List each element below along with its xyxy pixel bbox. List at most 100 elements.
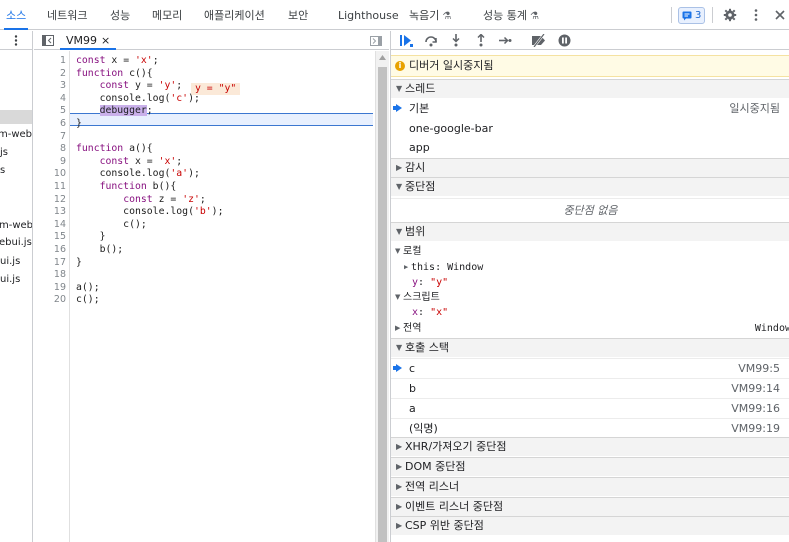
code-line[interactable]: a(); [76,282,100,295]
frame-location[interactable]: VM99:5 [738,359,780,378]
code-line[interactable]: } [76,118,82,131]
file-tab-vm99[interactable]: VM99 × [60,31,117,50]
line-number[interactable]: 13 [54,206,66,219]
section-callstack-header[interactable]: ▼ 호출 스택 [391,338,789,357]
close-devtools-icon[interactable] [773,8,787,22]
line-number[interactable]: 20 [54,294,66,307]
code-line[interactable]: } [76,257,82,270]
pause-on-exceptions-icon[interactable] [558,34,571,47]
thread-row-main[interactable]: 기본 일시중지됨 [391,99,789,118]
toggle-navigator-icon[interactable] [42,35,54,46]
line-number[interactable]: 6 [60,118,66,131]
code-line[interactable]: console.log('a'); [76,168,200,181]
frame-location[interactable]: VM99:16 [731,399,780,418]
tab-memory[interactable]: 메모리 [152,0,182,30]
more-options-icon[interactable] [749,8,763,22]
line-number[interactable]: 12 [54,194,66,207]
tab-lighthouse[interactable]: Lighthouse [338,0,399,30]
code-line[interactable]: b(); [76,244,124,257]
code-line[interactable]: c(); [76,219,147,232]
scrollbar-thumb[interactable] [378,67,387,542]
line-number[interactable]: 11 [54,181,66,194]
tab-network[interactable]: 네트워크 [47,0,87,30]
line-number[interactable]: 9 [60,156,66,169]
tab-sources[interactable]: 소스 [4,0,29,30]
line-number[interactable]: 7 [60,131,66,144]
scope-this[interactable]: ▶ this: Window [391,260,789,275]
thread-row[interactable]: one-google-bar [391,119,789,138]
line-number[interactable]: 4 [60,93,66,106]
code-line[interactable]: function c(){ [76,68,153,81]
code-line[interactable]: console.log('c'); [76,93,200,106]
toggle-debugger-sidebar-icon[interactable] [370,36,382,46]
navigator-file[interactable]: ebui.js [0,237,32,248]
section-watch-header[interactable]: ▶ 감시 [391,158,789,177]
more-options-icon[interactable] [13,34,19,47]
resume-icon[interactable] [399,34,413,47]
frame-location[interactable]: VM99:19 [731,419,780,438]
navigator-file[interactable]: m-webui [0,129,32,140]
section-global-listeners-header[interactable]: ▶ 전역 리스너 [391,477,789,496]
code-line[interactable]: c(); [76,294,100,307]
line-number[interactable]: 3 [60,80,66,93]
tab-application[interactable]: 애플리케이션 [204,0,265,30]
line-number[interactable]: 18 [54,269,66,282]
line-number[interactable]: 1 [60,55,66,68]
section-csp-breakpoints-header[interactable]: ▶ CSP 위반 중단점 [391,516,789,535]
step-icon[interactable] [498,34,512,47]
code-line[interactable]: const z = 'z'; [76,194,206,207]
section-scope-header[interactable]: ▼ 범위 [391,222,789,241]
deactivate-breakpoints-icon[interactable] [531,34,547,47]
navigator-file[interactable]: m-web [0,220,32,231]
line-number[interactable]: 10 [54,168,66,181]
navigator-file[interactable]: ui.js [0,256,20,267]
code-line[interactable]: function b(){ [76,181,177,194]
navigator-file[interactable]: js [0,147,8,158]
tab-recorder[interactable]: 녹음기 ⚗ [409,0,451,30]
step-into-icon[interactable] [450,34,462,47]
line-number-gutter[interactable]: 1 2 3 4 5 6 7 8 9 10 11 12 13 14 15 16 1… [34,51,70,542]
section-event-listener-breakpoints-header[interactable]: ▶ 이벤트 리스너 중단점 [391,497,789,516]
navigator-file[interactable]: ui.js [0,274,20,285]
line-number[interactable]: 5 [60,105,66,118]
close-tab-icon[interactable]: × [101,34,110,47]
line-number[interactable]: 16 [54,244,66,257]
code-line[interactable]: const x = 'x'; [76,55,159,68]
step-out-icon[interactable] [475,34,487,47]
line-number[interactable]: 2 [60,68,66,81]
callstack-frame[interactable]: a VM99:16 [391,398,789,418]
line-number[interactable]: 19 [54,282,66,295]
navigator-file[interactable]: s [0,165,5,176]
scope-script[interactable]: ▼ 스크립트 [391,290,789,305]
section-threads-header[interactable]: ▼ 스레드 [391,79,789,98]
frame-location[interactable]: VM99:14 [731,379,780,398]
settings-gear-icon[interactable] [723,8,737,22]
scope-var-y[interactable]: y: "y" [391,275,789,290]
section-breakpoints-header[interactable]: ▼ 중단점 [391,177,789,196]
code-line[interactable]: function a(){ [76,143,153,156]
code-line[interactable]: } [76,231,106,244]
tab-security[interactable]: 보안 [288,0,308,30]
scope-local[interactable]: ▼ 로컬 [391,244,789,259]
callstack-frame[interactable]: (익명) VM99:19 [391,418,789,438]
thread-row[interactable]: app [391,138,789,157]
code-line[interactable]: console.log('b'); [76,206,223,219]
scope-global[interactable]: ▶ 전역 Window [391,321,789,336]
navigator-selected-item[interactable] [0,110,32,124]
code-line[interactable]: const y = 'y'; [76,80,183,93]
line-number[interactable]: 8 [60,143,66,156]
issues-badge[interactable]: 3 [678,7,705,24]
section-xhr-breakpoints-header[interactable]: ▶ XHR/가져오기 중단점 [391,437,789,456]
tab-performance[interactable]: 성능 [110,0,130,30]
line-number[interactable]: 14 [54,219,66,232]
code-line[interactable]: debugger; [76,105,153,118]
scope-var-x[interactable]: x: "x" [391,305,789,320]
code-line[interactable]: const x = 'x'; [76,156,183,169]
scroll-up-icon[interactable] [379,55,386,60]
line-number[interactable]: 17 [54,257,66,270]
editor-scrollbar[interactable] [375,51,389,542]
tab-performance-insights[interactable]: 성능 통계 ⚗ [483,0,539,30]
callstack-frame[interactable]: b VM99:14 [391,378,789,398]
line-number[interactable]: 15 [54,231,66,244]
step-over-icon[interactable] [424,34,438,47]
